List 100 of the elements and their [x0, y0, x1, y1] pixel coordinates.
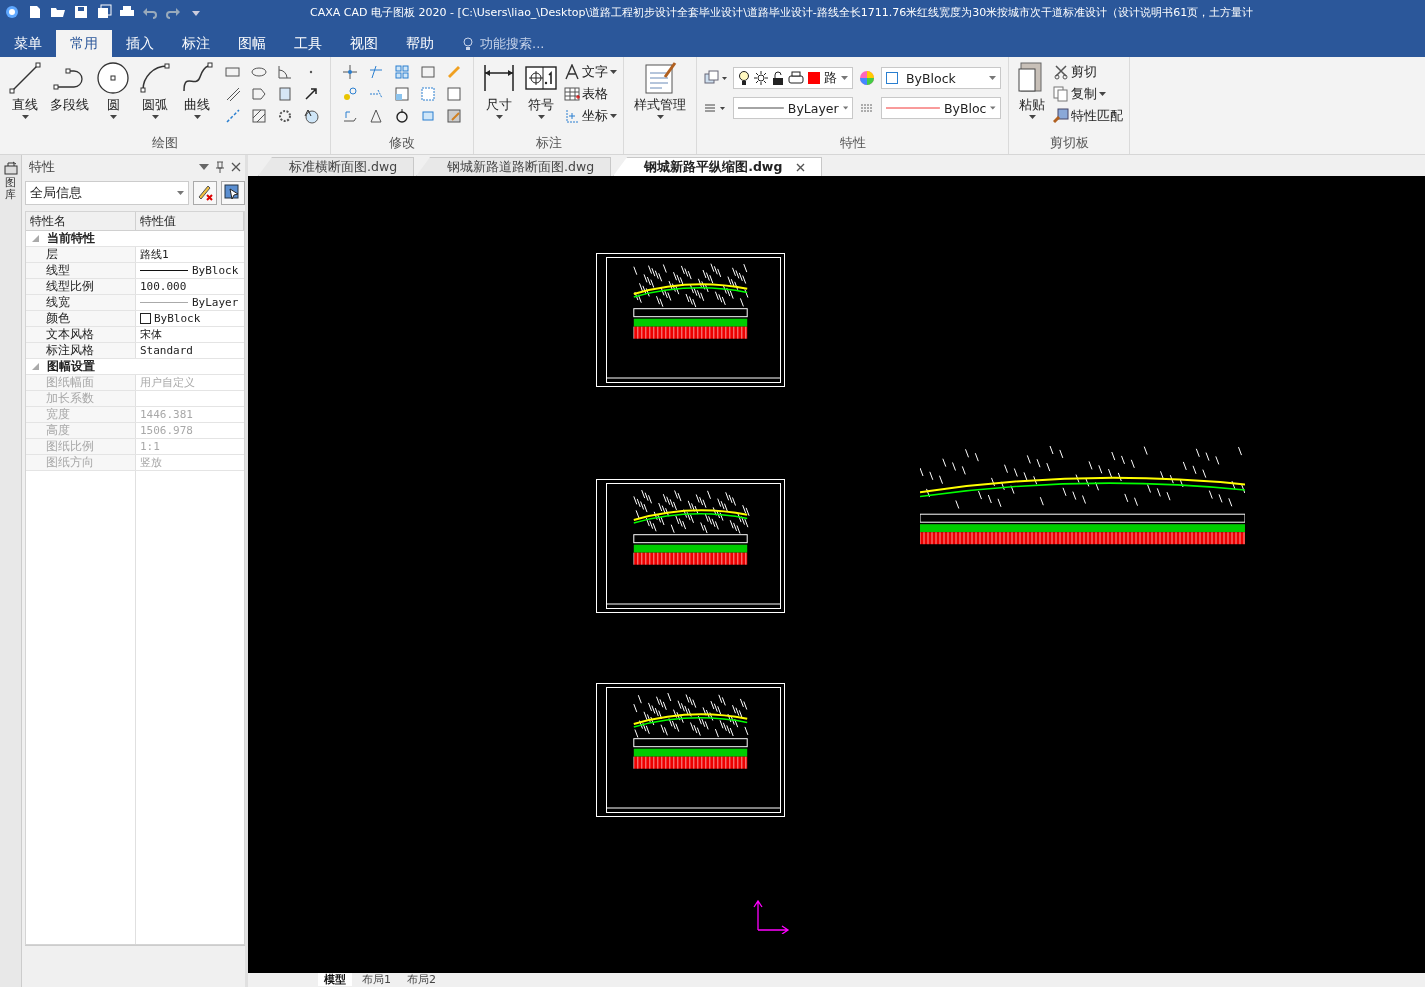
new-file-icon[interactable]: [27, 4, 43, 20]
tool-button[interactable]: 粘贴: [1015, 61, 1049, 134]
ribbon-tab[interactable]: 插入: [112, 30, 168, 57]
array-icon[interactable]: [394, 64, 410, 80]
linewidth-dropdown[interactable]: ByBloc: [881, 97, 1001, 119]
group-label: 特性: [838, 134, 867, 152]
double-line-icon[interactable]: [225, 86, 241, 102]
color-wheel-icon[interactable]: [859, 70, 875, 86]
tool-button[interactable]: 尺寸: [480, 61, 518, 134]
tool-button[interactable]: 坐标: [564, 105, 617, 127]
caret-icon: [1028, 115, 1036, 119]
ribbon-tab[interactable]: 图幅: [224, 30, 280, 57]
dropdown-icon[interactable]: [199, 164, 209, 170]
document-tab[interactable]: 标准横断面图.dwg: [258, 157, 415, 176]
section-title: 当前特性: [47, 231, 95, 246]
close-icon[interactable]: [796, 162, 806, 172]
style-manager-icon: [643, 61, 677, 95]
layer-dropdown[interactable]: 路: [733, 67, 853, 89]
clear-selection-button[interactable]: [193, 181, 217, 205]
tool-button[interactable]: 复制: [1053, 83, 1123, 105]
app-logo-icon[interactable]: [4, 4, 20, 20]
line-icon: [8, 61, 42, 95]
tool-button[interactable]: 表格: [564, 83, 617, 105]
caret-icon: [495, 115, 503, 119]
tool-button[interactable]: 特性匹配: [1053, 105, 1123, 127]
tool-button[interactable]: 样式管理: [630, 61, 690, 134]
color-swatch-icon: [886, 72, 898, 84]
save-icon[interactable]: [73, 4, 89, 20]
property-name: 层: [26, 247, 136, 262]
tool-button[interactable]: 文字: [564, 61, 617, 83]
close-icon[interactable]: [231, 162, 241, 172]
group-label: 绘图: [151, 134, 179, 152]
axis-icon: [751, 898, 791, 934]
save-all-icon[interactable]: [96, 4, 112, 20]
document-tab[interactable]: 钢城新路平纵缩图.dwg: [613, 157, 823, 176]
quick-select-button[interactable]: [221, 181, 245, 205]
ellipse-icon[interactable]: [251, 64, 267, 80]
ribbon-tab[interactable]: 常用: [56, 30, 112, 57]
line-sample-icon: [140, 269, 188, 272]
property-value: 用户自定义: [140, 375, 195, 390]
ribbon-tab[interactable]: 工具: [280, 30, 336, 57]
tool-button[interactable]: 直线: [6, 61, 44, 134]
property-name: 图纸幅面: [26, 375, 136, 390]
side-tab[interactable]: 图库: [5, 177, 16, 202]
circle-icon: [96, 61, 130, 95]
caret-icon: [656, 115, 664, 119]
expand-icon[interactable]: [32, 363, 39, 370]
tool-button[interactable]: 圆: [94, 61, 132, 134]
column-header: 特性名: [26, 212, 136, 230]
caret-icon: [151, 115, 159, 119]
color-square-icon: [808, 72, 820, 84]
polygon-icon[interactable]: [251, 86, 267, 102]
rectangle-icon[interactable]: [225, 64, 241, 80]
border-icon[interactable]: [446, 86, 462, 102]
tool-button[interactable]: 圆弧: [136, 61, 174, 134]
property-value: 宋体: [140, 327, 162, 342]
line-sample-icon: [738, 106, 784, 110]
ribbon-tab[interactable]: 标注: [168, 30, 224, 57]
expand-icon[interactable]: [32, 235, 39, 242]
caret-icon: [177, 191, 184, 195]
caret-icon: [109, 115, 117, 119]
hatch-icon[interactable]: [251, 108, 267, 124]
caret-icon: [1099, 92, 1106, 96]
search-field[interactable]: 功能搜索...: [462, 30, 545, 57]
tool-button[interactable]: 剪切: [1053, 61, 1123, 83]
layout-tab[interactable]: 布局2: [401, 973, 442, 986]
filter-dropdown[interactable]: 全局信息: [25, 181, 189, 205]
dashed-line-icon[interactable]: [225, 108, 241, 124]
arrow-icon[interactable]: [303, 86, 319, 102]
property-value: 1446.381: [140, 407, 193, 422]
property-name: 图纸方向: [26, 455, 136, 470]
ribbon-tab[interactable]: 视图: [336, 30, 392, 57]
property-name: 文本风格: [26, 327, 136, 342]
panel-title: 特性: [29, 158, 56, 176]
pin-icon[interactable]: [215, 161, 225, 173]
group-label: 修改: [388, 134, 416, 152]
property-value: ByBlock: [192, 263, 239, 278]
tool-button[interactable]: 符号: [522, 61, 560, 134]
ribbon-tab[interactable]: 菜单: [0, 30, 56, 57]
angle-icon[interactable]: [277, 64, 293, 80]
property-name: 高度: [26, 423, 136, 438]
layer-stack-icon[interactable]: [703, 70, 727, 86]
section-title: 图幅设置: [47, 359, 95, 374]
property-name: 线型比例: [26, 279, 136, 294]
layout-tab[interactable]: 模型: [318, 973, 352, 986]
tool-button[interactable]: 多段线: [48, 61, 90, 134]
cursor-icon: [224, 184, 242, 202]
caret-icon: [193, 115, 201, 119]
property-value: Standard: [140, 343, 193, 358]
move-icon[interactable]: [342, 64, 358, 80]
document-tab[interactable]: 钢城新路道路断面图.dwg: [416, 157, 612, 176]
property-name: 图纸比例: [26, 439, 136, 454]
property-name: 颜色: [26, 311, 136, 326]
ribbon-tab[interactable]: 帮助: [392, 30, 448, 57]
linetype-dropdown[interactable]: ByLayer: [733, 97, 853, 119]
library-icon[interactable]: [3, 161, 18, 175]
layout-tab[interactable]: 布局1: [356, 973, 397, 986]
tool-button[interactable]: 曲线: [178, 61, 216, 134]
color-dropdown[interactable]: ByBlock: [881, 67, 1001, 89]
property-value: 1506.978: [140, 423, 193, 438]
